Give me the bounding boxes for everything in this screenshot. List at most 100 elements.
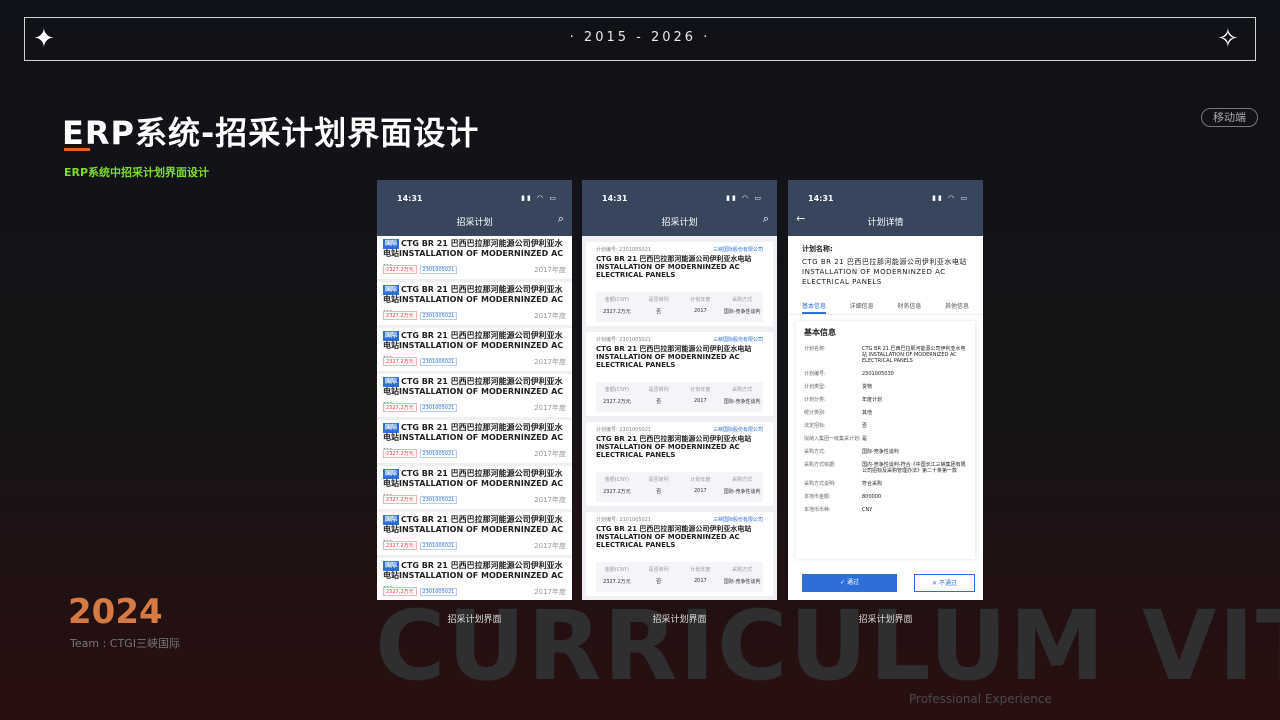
summary-label: 计划年度 <box>690 477 711 483</box>
list-item[interactable]: 国际 CTG BR 21 巴西巴拉那河能源公司伊利亚水电站INSTALLATION… <box>377 374 572 420</box>
list-item[interactable]: 国际 CTG BR 21 巴西巴拉那河能源公司伊利亚水电站INSTALLATION… <box>377 282 572 328</box>
summary-label: 金额(CNY) <box>604 567 629 573</box>
list-item[interactable]: 国际 CTG BR 21 巴西巴拉那河能源公司伊利亚水电站INSTALLATION… <box>377 466 572 512</box>
reject-button[interactable]: ✕ 不通过 <box>914 574 975 592</box>
summary-label: 金额(CNY) <box>604 477 629 483</box>
year-range: · 2015 - 2026 · <box>569 30 711 45</box>
summary-value: 2017 <box>694 308 707 314</box>
plan-card[interactable]: 计划编号: 2301005021 三峡国际股份有限公司 CTG BR 21 巴西巴拉… <box>586 512 773 596</box>
plan-card[interactable]: 计划编号: 2301005021 三峡国际股份有限公司 CTG BR 21 巴西巴拉… <box>586 332 773 416</box>
plan-card[interactable]: 计划编号: 2301005021 三峡国际股份有限公司 CTG BR 21 巴西巴拉… <box>586 242 773 326</box>
card-summary: 金额(CNY) 2327.2万元 是否转列否 计划年度 2017 采购方式 国际-竞争性谈判 <box>596 292 763 322</box>
item-code: 2301005021 <box>419 542 458 550</box>
card-summary: 金额(CNY) 2327.2万元 是否转列否 计划年度 2017 采购方式 国际-竞争性谈判 <box>596 382 763 412</box>
summary-cell: 计划年度 2017 <box>680 292 722 322</box>
list-item[interactable]: 国际 CTG BR 21 巴西巴拉那河能源公司伊利亚水电站INSTALLATION… <box>377 420 572 466</box>
item-code: 2301005021 <box>419 266 458 274</box>
summary-cell: 是否转列否 <box>638 382 680 412</box>
field-value: 2301005030 <box>862 371 894 377</box>
item-year: 2017年度 <box>534 358 566 366</box>
tab-finance[interactable]: 财务信息 <box>897 301 921 314</box>
summary-label: 是否转列 <box>648 387 669 393</box>
field-row: 采购方式: 国际-竞争性谈判 <box>804 449 967 455</box>
summary-value: 国际-竞争性谈判 <box>723 579 761 585</box>
platform-badge: 移动端 <box>1201 108 1258 127</box>
item-code: 2301005021 <box>419 404 458 412</box>
summary-value: 2327.2万元 <box>603 579 631 585</box>
nav-bar: 14:31 ▮▮ ◠ ▭ 招采计划 ⌕ <box>377 180 572 236</box>
item-amount: 2327.2万元 <box>383 587 417 596</box>
plan-name-value: CTG BR 21 巴西巴拉那河能源公司伊利亚水电站 INSTALLATION … <box>802 258 967 286</box>
item-title: CTG BR 21 巴西巴拉那河能源公司伊利亚水电站INSTALLATION O… <box>383 469 564 498</box>
tab-basic[interactable]: 基本信息 <box>802 301 827 314</box>
field-row: 法定招标: 否 <box>804 423 967 429</box>
summary-label: 金额(CNY) <box>604 387 629 393</box>
item-code: 2301005021 <box>419 312 458 320</box>
item-meta: 2327.2万元 2301005021 2017年度 <box>383 357 566 366</box>
summary-label: 计划年度 <box>690 387 711 393</box>
caption-list: 招采计划界面 <box>447 615 502 625</box>
field-row: 计划分类: 年度计划 <box>804 397 967 403</box>
phone-detail-screen: 14:31 ▮▮ ◠ ▭ ← 计划详情 计划名称: CTG BR 21 巴西巴拉… <box>788 180 983 600</box>
item-tag: 国际 <box>383 515 400 525</box>
list-item[interactable]: 国际 CTG BR 21 巴西巴拉那河能源公司伊利亚水电站INSTALLATION… <box>377 236 572 282</box>
field-key: 采购方式说明: <box>804 481 836 487</box>
search-icon[interactable]: ⌕ <box>558 212 564 226</box>
card-company: 三峡国际股份有限公司 <box>712 247 763 253</box>
card-summary: 金额(CNY) 2327.2万元 是否转列否 计划年度 2017 采购方式 国际-竞争性谈判 <box>596 472 763 502</box>
background-bigtext: CURRICULUM VIT <box>375 590 1280 702</box>
item-year: 2017年度 <box>534 450 566 458</box>
tab-detail[interactable]: 详细信息 <box>850 301 874 314</box>
item-code: 2301005021 <box>419 450 458 458</box>
field-value: CNY <box>862 507 873 513</box>
tab-other[interactable]: 其他信息 <box>945 301 969 314</box>
item-tag: 国际 <box>383 331 400 341</box>
item-code: 2301005021 <box>419 358 458 366</box>
summary-label: 采购方式 <box>732 567 753 573</box>
item-tag: 国际 <box>383 469 400 479</box>
summary-value: 国际-竞争性谈判 <box>723 399 761 405</box>
field-row: 采购方式说明: 符合采购 <box>804 481 967 487</box>
sparkle-icon: ✦ <box>33 24 55 54</box>
plan-card[interactable]: 计划编号: 2301005021 三峡国际股份有限公司 CTG BR 21 巴西巴拉… <box>586 422 773 506</box>
nav-title: 计划详情 <box>867 218 904 228</box>
summary-value: 国际-竞争性谈判 <box>723 489 761 495</box>
summary-value: 否 <box>656 579 662 585</box>
field-row: 计划编号: 2301005030 <box>804 371 967 377</box>
summary-cell: 是否转列否 <box>638 562 680 592</box>
page-title: ERP系统-招采计划界面设计 <box>62 114 480 152</box>
item-tag: 国际 <box>383 377 400 387</box>
card-company: 三峡国际股份有限公司 <box>712 427 763 433</box>
summary-label: 采购方式 <box>732 477 753 483</box>
list-item[interactable]: 国际 CTG BR 21 巴西巴拉那河能源公司伊利亚水电站INSTALLATION… <box>377 512 572 558</box>
summary-cell: 是否转列否 <box>638 292 680 322</box>
summary-value: 2017 <box>694 578 707 584</box>
item-amount: 2327.2万元 <box>383 449 417 458</box>
item-year: 2017年度 <box>534 588 566 596</box>
item-amount: 2327.2万元 <box>383 541 417 550</box>
status-icons: ▮▮ ◠ ▭ <box>932 194 969 202</box>
approve-button[interactable]: ✓ 通过 <box>802 574 897 592</box>
item-tag: 国际 <box>383 285 400 295</box>
item-title: CTG BR 21 巴西巴拉那河能源公司伊利亚水电站INSTALLATION O… <box>383 331 564 360</box>
action-bar: ✓ 通过 ✕ 不通过 <box>802 574 975 592</box>
field-row: 采购方式依据: 国内-竞争性谈判-符合《中国长江三峡集团有限公司招标及采购管理办法… <box>804 462 967 474</box>
field-key: 采购方式: <box>804 449 826 455</box>
professional-label: Professional Experience <box>909 692 1052 706</box>
field-value: 否 <box>862 423 868 429</box>
field-row: 本地币金额: 800000 <box>804 494 967 500</box>
item-meta: 2327.2万元 2301005021 2017年度 <box>383 541 566 550</box>
list-item[interactable]: 国际 CTG BR 21 巴西巴拉那河能源公司伊利亚水电站INSTALLATION… <box>377 558 572 600</box>
list-item[interactable]: 国际 CTG BR 21 巴西巴拉那河能源公司伊利亚水电站INSTALLATION… <box>377 328 572 374</box>
summary-cell: 计划年度 2017 <box>680 472 722 502</box>
field-list: 计划名称: CTG BR 21 巴西巴拉那河能源公司伊利亚水电站 INSTALLA… <box>804 346 967 513</box>
summary-cell: 金额(CNY) 2327.2万元 <box>596 382 638 412</box>
summary-label: 采购方式 <box>732 297 753 303</box>
field-value: 国际-竞争性谈判 <box>862 449 899 455</box>
field-key: 计划类型: <box>804 384 826 390</box>
caption-cards: 招采计划界面 <box>652 615 707 625</box>
search-icon[interactable]: ⌕ <box>763 212 769 226</box>
field-value: 800000 <box>862 494 882 500</box>
card-summary: 金额(CNY) 2327.2万元 是否转列否 计划年度 2017 采购方式 国际-竞争性谈判 <box>596 562 763 592</box>
item-amount: 2327.2万元 <box>383 265 417 274</box>
